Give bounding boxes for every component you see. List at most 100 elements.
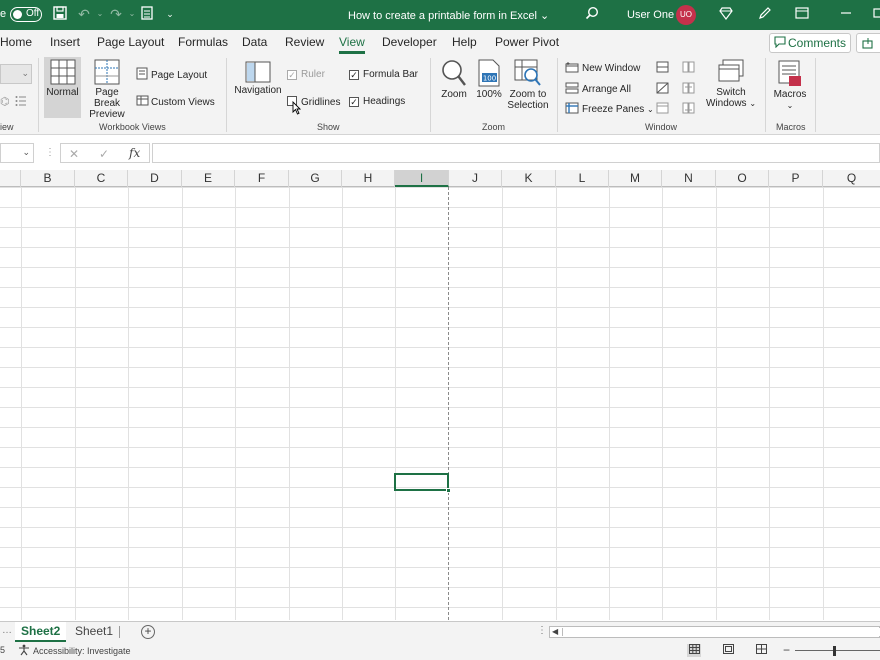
page-break-preview-button[interactable]: Page Break Preview: [81, 59, 133, 120]
tab-review[interactable]: Review: [285, 35, 324, 49]
keep-view-icon[interactable]: ⌬: [0, 95, 10, 108]
avatar[interactable]: UO: [676, 5, 696, 25]
tab-page-layout[interactable]: Page Layout: [97, 35, 164, 49]
share-button[interactable]: [856, 33, 880, 53]
page-layout-status-icon[interactable]: [721, 644, 735, 657]
tab-formulas[interactable]: Formulas: [178, 35, 228, 49]
zoom-button[interactable]: Zoom: [438, 59, 470, 100]
macros-button[interactable]: Macros ⌄: [771, 59, 809, 111]
column-header[interactable]: E: [182, 170, 235, 187]
normal-view-button[interactable]: Normal: [44, 59, 81, 98]
scroll-left-icon[interactable]: ◀: [552, 627, 558, 636]
redo-icon[interactable]: ↷: [108, 6, 124, 22]
reset-window-position-icon[interactable]: [682, 102, 695, 117]
view-side-by-side-icon[interactable]: [682, 61, 695, 76]
column-header[interactable]: F: [235, 170, 289, 187]
sheet-tab-sheet1[interactable]: Sheet1: [69, 622, 119, 642]
tab-view[interactable]: View: [339, 35, 365, 54]
column-header[interactable]: D: [128, 170, 182, 187]
tab-help[interactable]: Help: [452, 35, 477, 49]
autosave-toggle[interactable]: Off: [10, 7, 42, 22]
active-cell[interactable]: [394, 473, 451, 493]
document-title[interactable]: How to create a printable form in Excel …: [348, 9, 549, 22]
sheet-tab-sheet2[interactable]: Sheet2: [15, 622, 67, 642]
ruler-check-icon: ✓: [287, 70, 297, 80]
add-sheet-button[interactable]: +: [141, 625, 155, 639]
formula-bar-splitter-icon[interactable]: ⋮: [45, 147, 55, 158]
headings-checkbox[interactable]: ✓ Headings: [349, 96, 405, 107]
navigation-button[interactable]: Navigation: [232, 61, 284, 96]
switch-windows-button[interactable]: Switch Windows ⌄: [705, 59, 757, 109]
insert-function-button[interactable]: fx: [129, 146, 140, 160]
column-header[interactable]: Q: [823, 170, 880, 187]
options-list-icon[interactable]: [15, 95, 27, 110]
tab-data[interactable]: Data: [242, 35, 267, 49]
pen-icon[interactable]: [757, 6, 773, 22]
tab-power-pivot[interactable]: Power Pivot: [495, 35, 559, 49]
cancel-icon[interactable]: ✕: [69, 147, 79, 161]
horizontal-scrollbar[interactable]: ◀: [549, 626, 880, 638]
normal-view-status-icon[interactable]: [687, 644, 701, 657]
tab-insert[interactable]: Insert: [50, 35, 80, 49]
freeze-panes-button[interactable]: Freeze Panes ⌄: [565, 102, 654, 115]
sheet-view-dropdown[interactable]: ⌄: [0, 64, 32, 84]
synchronous-scrolling-icon[interactable]: [682, 82, 695, 97]
customize-qat-icon[interactable]: ⌄: [162, 6, 178, 22]
page-break-status-icon[interactable]: [754, 644, 768, 657]
form-icon[interactable]: [139, 6, 155, 22]
formula-input[interactable]: [152, 143, 880, 163]
user-name[interactable]: User One: [627, 9, 674, 21]
arrange-all-button[interactable]: Arrange All: [565, 82, 631, 95]
custom-views-icon: [136, 95, 149, 106]
column-header[interactable]: C: [75, 170, 128, 187]
fill-handle[interactable]: [446, 488, 451, 493]
scrollbar-splitter-icon[interactable]: ⋮: [537, 625, 547, 636]
name-box[interactable]: ⌄: [0, 143, 34, 163]
column-header[interactable]: N: [662, 170, 716, 187]
tab-home[interactable]: Home: [0, 35, 32, 49]
tab-scroll-icon[interactable]: …: [2, 625, 12, 636]
column-header[interactable]: M: [609, 170, 662, 187]
separator: [557, 58, 558, 132]
undo-dropdown-icon[interactable]: ⌄: [92, 6, 108, 22]
maximize-icon[interactable]: [870, 6, 880, 22]
minimize-icon[interactable]: [838, 6, 854, 22]
new-window-button[interactable]: New Window: [565, 61, 640, 74]
ruler-checkbox[interactable]: ✓ Ruler: [287, 69, 325, 80]
scrollbar-thumb[interactable]: [562, 628, 880, 636]
column-header[interactable]: J: [449, 170, 502, 187]
column-header[interactable]: P: [769, 170, 823, 187]
unhide-icon[interactable]: [656, 102, 669, 117]
split-icon[interactable]: [656, 61, 669, 76]
status-bar: 5 Accessibility: Investigate −: [0, 642, 880, 660]
zoom-slider[interactable]: [795, 650, 880, 651]
tab-developer[interactable]: Developer: [382, 35, 437, 49]
comments-button[interactable]: Comments: [769, 33, 851, 53]
column-header[interactable]: H: [342, 170, 395, 187]
save-icon[interactable]: [52, 6, 68, 22]
column-header[interactable]: L: [556, 170, 609, 187]
hide-icon[interactable]: [656, 82, 669, 97]
redo-dropdown-icon[interactable]: ⌄: [124, 6, 140, 22]
zoom-100-button[interactable]: 100 100%: [474, 59, 504, 100]
page-layout-icon: [136, 67, 148, 80]
column-header[interactable]: K: [502, 170, 556, 187]
column-header[interactable]: G: [289, 170, 342, 187]
zoom-out-icon[interactable]: −: [783, 643, 790, 657]
undo-icon[interactable]: ↶: [76, 6, 92, 22]
enter-icon[interactable]: ✓: [99, 147, 109, 161]
accessibility-status[interactable]: Accessibility: Investigate: [33, 646, 131, 656]
zoom-slider-thumb[interactable]: [833, 646, 836, 656]
formula-bar-checkbox[interactable]: ✓ Formula Bar: [349, 69, 418, 80]
diamond-icon[interactable]: [718, 6, 734, 22]
column-header-a-partial[interactable]: [0, 170, 21, 187]
ribbon-display-icon[interactable]: [794, 6, 810, 22]
page-layout-view-button[interactable]: Page Layout: [136, 67, 207, 81]
column-header-selected[interactable]: I: [395, 170, 449, 187]
cell-grid[interactable]: [0, 187, 880, 620]
column-header[interactable]: B: [21, 170, 75, 187]
column-header[interactable]: O: [716, 170, 769, 187]
custom-views-button[interactable]: Custom Views: [136, 94, 215, 108]
search-icon[interactable]: [584, 6, 600, 22]
zoom-to-selection-button[interactable]: Zoom to Selection: [505, 59, 551, 111]
